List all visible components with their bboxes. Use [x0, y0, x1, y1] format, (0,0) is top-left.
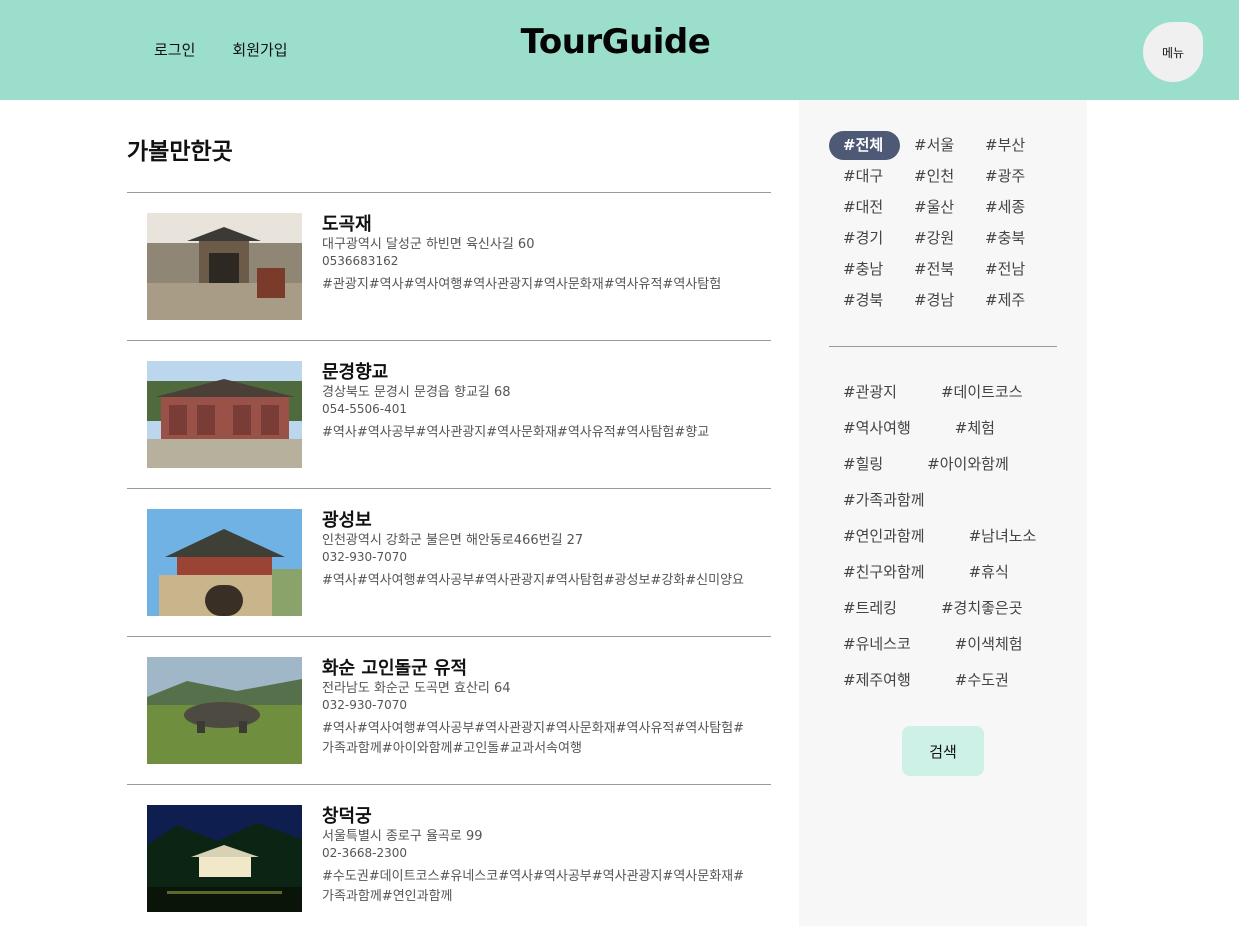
region-chip-gyeonggi[interactable]: #경기 — [829, 224, 900, 253]
region-chip-jeonbuk[interactable]: #전북 — [900, 255, 971, 284]
place-phone: 032-930-7070 — [322, 698, 408, 712]
theme-chip[interactable]: #가족과함께 — [829, 486, 939, 515]
region-chip-seoul[interactable]: #서울 — [900, 131, 971, 160]
region-chip-chungbuk[interactable]: #충북 — [971, 224, 1042, 253]
region-chip-gyeongbuk[interactable]: #경북 — [829, 286, 900, 315]
place-address: 인천광역시 강화군 불은면 해안동로466번길 27 — [322, 533, 584, 548]
region-chip-busan[interactable]: #부산 — [971, 131, 1042, 160]
theme-row: #연인과함께 #남녀노소 — [829, 522, 1069, 558]
theme-chip[interactable]: #트레킹 — [829, 594, 911, 623]
search-button[interactable]: 검색 — [902, 726, 984, 776]
region-chip-all[interactable]: #전체 — [829, 131, 900, 160]
place-phone: 054-5506-401 — [322, 402, 408, 416]
place-tags: #역사#역사여행#역사공부#역사관광지#역사탐험#광성보#강화#신미양요 — [322, 573, 745, 588]
theme-row: #힐링 #아이와함께 — [829, 450, 1069, 486]
theme-row: #관광지 #데이트코스 — [829, 378, 1069, 414]
theme-chip[interactable]: #휴식 — [955, 558, 1023, 587]
region-filter: #전체 #서울 #부산 #대구 #인천 #광주 #대전 #울산 #세종 #경기 … — [829, 131, 1059, 315]
place-phone: 0536683162 — [322, 254, 399, 268]
theme-chip[interactable]: #제주여행 — [829, 666, 925, 695]
place-tags: #관광지#역사#역사여행#역사관광지#역사문화재#역사유적#역사탐험 — [322, 277, 722, 292]
region-chip-jeju[interactable]: #제주 — [971, 286, 1042, 315]
theme-row: #역사여행 #체험 — [829, 414, 1069, 450]
place-phone: 032-930-7070 — [322, 550, 408, 564]
theme-chip[interactable]: #이색체험 — [941, 630, 1037, 659]
place-info: 광성보 인천광역시 강화군 불은면 해안동로466번길 27 032-930-7… — [322, 509, 747, 591]
place-tags: #역사#역사공부#역사관광지#역사문화재#역사유적#역사탐험#향교 — [322, 425, 710, 440]
theme-chip[interactable]: #연인과함께 — [829, 522, 939, 551]
region-chip-sejong[interactable]: #세종 — [971, 193, 1042, 222]
place-name: 광성보 — [322, 510, 372, 531]
theme-chip[interactable]: #유네스코 — [829, 630, 925, 659]
theme-chip[interactable]: #친구와함께 — [829, 558, 939, 587]
place-item[interactable]: 광성보 인천광역시 강화군 불은면 해안동로466번길 27 032-930-7… — [127, 488, 771, 636]
place-address: 경상북도 문경시 문경읍 향교길 68 — [322, 385, 511, 400]
place-item[interactable]: 도곡재 대구광역시 달성군 하빈면 육신사길 60 0536683162 #관광… — [127, 192, 771, 340]
place-tags: #수도권#데이트코스#유네스코#역사#역사공부#역사관광지#역사문화재#가족과함… — [322, 869, 745, 904]
theme-row: #트레킹 #경치좋은곳 — [829, 594, 1069, 630]
place-name: 문경향교 — [322, 362, 389, 383]
region-chip-daejeon[interactable]: #대전 — [829, 193, 900, 222]
place-thumbnail — [147, 213, 302, 320]
theme-chip[interactable]: #체험 — [941, 414, 1009, 443]
region-chip-incheon[interactable]: #인천 — [900, 162, 971, 191]
place-thumbnail — [147, 805, 302, 912]
place-info: 도곡재 대구광역시 달성군 하빈면 육신사길 60 0536683162 #관광… — [322, 213, 747, 295]
theme-row: #친구와함께 #휴식 — [829, 558, 1069, 594]
theme-chip[interactable]: #역사여행 — [829, 414, 925, 443]
theme-row: #제주여행 #수도권 — [829, 666, 1069, 702]
sidebar-divider — [829, 346, 1057, 347]
palace-night-photo-icon — [147, 805, 302, 912]
place-item[interactable]: 문경향교 경상북도 문경시 문경읍 향교길 68 054-5506-401 #역… — [127, 340, 771, 488]
place-info: 화순 고인돌군 유적 전라남도 화순군 도곡면 효산리 64 032-930-7… — [322, 657, 747, 759]
place-address: 대구광역시 달성군 하빈면 육신사길 60 — [322, 237, 535, 252]
theme-row: #가족과함께 — [829, 486, 1069, 522]
theme-row: #유네스코 #이색체험 — [829, 630, 1069, 666]
region-chip-chungnam[interactable]: #충남 — [829, 255, 900, 284]
place-name: 도곡재 — [322, 214, 372, 235]
place-name: 화순 고인돌군 유적 — [322, 658, 468, 679]
region-chip-gyeongnam[interactable]: #경남 — [900, 286, 971, 315]
region-chip-daegu[interactable]: #대구 — [829, 162, 900, 191]
region-chip-jeonnam[interactable]: #전남 — [971, 255, 1042, 284]
place-thumbnail — [147, 509, 302, 616]
place-address: 전라남도 화순군 도곡면 효산리 64 — [322, 681, 511, 696]
region-chip-gangwon[interactable]: #강원 — [900, 224, 971, 253]
dolmen-photo-icon — [147, 657, 302, 764]
hyanggyo-photo-icon — [147, 361, 302, 468]
theme-chip[interactable]: #데이트코스 — [927, 378, 1037, 407]
place-thumbnail — [147, 657, 302, 764]
place-item[interactable]: 화순 고인돌군 유적 전라남도 화순군 도곡면 효산리 64 032-930-7… — [127, 636, 771, 784]
theme-chip[interactable]: #수도권 — [941, 666, 1023, 695]
place-name: 창덕궁 — [322, 806, 372, 827]
region-chip-ulsan[interactable]: #울산 — [900, 193, 971, 222]
place-phone: 02-3668-2300 — [322, 846, 408, 860]
region-chip-gwangju[interactable]: #광주 — [971, 162, 1042, 191]
header: 로그인 회원가입 TourGuide 메뉴 — [0, 0, 1239, 100]
filter-sidebar: #전체 #서울 #부산 #대구 #인천 #광주 #대전 #울산 #세종 #경기 … — [799, 100, 1087, 926]
place-tags: #역사#역사여행#역사공부#역사관광지#역사문화재#역사유적#역사탐험#가족과함… — [322, 721, 745, 756]
place-item[interactable]: 창덕궁 서울특별시 종로구 율곡로 99 02-3668-2300 #수도권#데… — [127, 784, 771, 926]
menu-button[interactable]: 메뉴 — [1143, 22, 1203, 82]
page-title: 가볼만한곳 — [127, 139, 233, 165]
theme-chip[interactable]: #아이와함께 — [913, 450, 1023, 479]
fortress-photo-icon — [147, 509, 302, 616]
site-logo[interactable]: TourGuide — [0, 22, 1239, 62]
theme-chip[interactable]: #남녀노소 — [955, 522, 1051, 551]
theme-chip[interactable]: #관광지 — [829, 378, 911, 407]
theme-filter: #관광지 #데이트코스 #역사여행 #체험 #힐링 #아이와함께 #가족과함께 … — [829, 378, 1069, 702]
gate-photo-icon — [147, 213, 302, 320]
place-list: 도곡재 대구광역시 달성군 하빈면 육신사길 60 0536683162 #관광… — [127, 192, 771, 926]
place-info: 창덕궁 서울특별시 종로구 율곡로 99 02-3668-2300 #수도권#데… — [322, 805, 747, 907]
place-thumbnail — [147, 361, 302, 468]
place-address: 서울특별시 종로구 율곡로 99 — [322, 829, 483, 844]
place-info: 문경향교 경상북도 문경시 문경읍 향교길 68 054-5506-401 #역… — [322, 361, 747, 443]
theme-chip[interactable]: #경치좋은곳 — [927, 594, 1037, 623]
theme-chip[interactable]: #힐링 — [829, 450, 897, 479]
